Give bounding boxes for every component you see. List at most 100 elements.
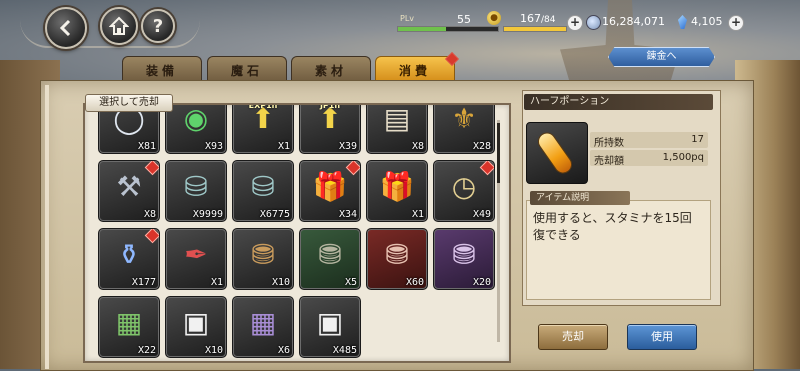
status-bar: PLv 55 ● 167/84 + 16,284,071 4,105 + [395,10,790,36]
item-quantity: X5 [344,277,357,288]
inventory-item[interactable]: ⬆ EXP1h X1 [232,103,294,154]
gem-value: 4,105 [691,15,723,28]
green-chest-icon: ⛃ [318,238,342,272]
stamina-current: 167 [520,12,541,25]
item-quantity: X10 [271,277,290,288]
item-quantity: X28 [472,141,491,152]
red-chest-icon: ⛃ [385,238,409,272]
tab-magic-stone-label: 魔石 [230,63,263,78]
hammer-icon: ⚒ [116,170,142,204]
stamina-text: 167/84 [520,12,555,25]
item-quantity: X22 [137,345,156,356]
plv-value: 55 [457,13,471,26]
item-quantity: X93 [204,141,223,152]
item-quantity: X6775 [259,209,290,220]
tab-consumables-label: 消費 [398,63,431,78]
tab-equipment[interactable]: 装備 [122,56,202,83]
plv-label: PLv [400,14,415,23]
money-value: 16,284,071 [602,15,665,28]
inventory-item[interactable]: ⛁ X6775 [232,160,294,222]
item-grid[interactable]: ◯ X81 ◉ X93 ⬆ EXP1h X1 ⬆ JP1h X39 ▤ X8 ⚜ X28 ⚒ X8 ⛁ X9999… [83,103,511,363]
gem-icon [678,15,687,29]
add-gem-button[interactable]: + [728,15,744,31]
item-quantity: X1 [277,141,290,152]
inventory-item[interactable]: ⛃ X60 [366,228,428,290]
green-scroll-icon: ▦ [115,306,143,340]
stamina-progress-fill [504,27,566,31]
owned-count-value: 17 [691,134,704,145]
add-stamina-button[interactable]: + [567,15,583,31]
item-quantity: X39 [338,141,357,152]
item-quantity: X9999 [192,209,223,220]
blue-gift-icon: 🎁 [312,170,348,204]
white-pedestal-icon: ▣ [182,306,210,340]
back-arrow-icon [59,19,71,37]
potion-flask-icon: ⚱ [117,238,141,272]
inventory-item[interactable]: ▦ X22 [98,296,160,358]
back-button[interactable] [45,7,87,49]
inventory-item[interactable]: ⛃ X10 [232,228,294,290]
stamina-icon: ● [487,11,501,25]
item-quantity: X1 [210,277,223,288]
inventory-item[interactable]: ⛃ X5 [299,228,361,290]
description-header: アイテム説明 [530,191,630,205]
grid-scroll-thumb[interactable] [497,123,500,183]
inventory-item[interactable]: ▣ X10 [165,296,227,358]
item-quantity: X177 [131,277,156,288]
inventory-item[interactable]: ⛁ X9999 [165,160,227,222]
tab-materials[interactable]: 素材 [291,56,371,83]
green-orb-icon: ◉ [183,103,209,136]
inventory-item[interactable]: 🎁 X1 [366,160,428,222]
inventory-item[interactable]: ⚱ X177 [98,228,160,290]
use-button[interactable]: 使用 [627,324,697,350]
item-quantity: X60 [405,277,424,288]
item-quantity: X8 [411,141,424,152]
inventory-item[interactable]: ◉ X93 [165,103,227,154]
item-quantity: X49 [472,209,491,220]
canister-icon: ⛁ [251,170,275,204]
new-item-badge [479,161,494,176]
bronze-chest-icon: ⛃ [251,238,275,272]
item-quantity: X1 [411,209,424,220]
inventory-item[interactable]: ⚜ X28 [433,103,495,154]
sell-button[interactable]: 売却 [538,324,608,350]
alchemy-button[interactable]: 錬金へ [608,47,715,67]
inventory-item[interactable]: ▣ X485 [299,296,361,358]
plv-progress-bar [397,26,499,32]
pocket-watch-icon: ◷ [451,170,477,204]
tab-equipment-label: 装備 [145,63,178,78]
item-quantity: X34 [338,209,357,220]
tassel-icon: ⚜ [451,103,477,136]
help-button[interactable]: ? [141,9,175,43]
owned-count-row: 所持数 17 [590,132,708,149]
new-item-badge [144,161,159,176]
canister-icon: ⛁ [184,170,208,204]
item-name: ハーフポーション [524,94,713,110]
tab-magic-stone[interactable]: 魔石 [207,56,287,83]
purple-chest-icon: ⛃ [452,238,476,272]
inventory-item[interactable]: ▦ X6 [232,296,294,358]
tab-materials-label: 素材 [314,63,347,78]
inventory-item[interactable]: ⛃ X20 [433,228,495,290]
item-quantity: X8 [143,209,156,220]
item-label: EXP1h [248,103,278,110]
quill-ink-icon: ✒ [184,238,208,272]
home-icon [109,16,129,35]
inventory-item[interactable]: ✒ X1 [165,228,227,290]
help-icon: ? [152,15,164,37]
inventory-item[interactable]: 🎁 X34 [299,160,361,222]
item-quantity: X10 [204,345,223,356]
tab-consumables[interactable]: 消費 [375,51,460,83]
home-button[interactable] [100,7,138,45]
select-to-sell-button[interactable]: 選択して売却 [85,94,173,112]
inventory-item[interactable]: ▤ X8 [366,103,428,154]
money-icon [586,15,601,30]
inventory-item[interactable]: ◷ X49 [433,160,495,222]
inventory-item[interactable]: ⚒ X8 [98,160,160,222]
item-quantity: X6 [277,345,290,356]
owned-count-label: 所持数 [594,138,624,149]
stamina-progress-bar [503,26,567,32]
book-icon: ▤ [383,103,411,136]
inventory-item[interactable]: ⬆ JP1h X39 [299,105,361,154]
selected-item-icon [526,122,588,184]
